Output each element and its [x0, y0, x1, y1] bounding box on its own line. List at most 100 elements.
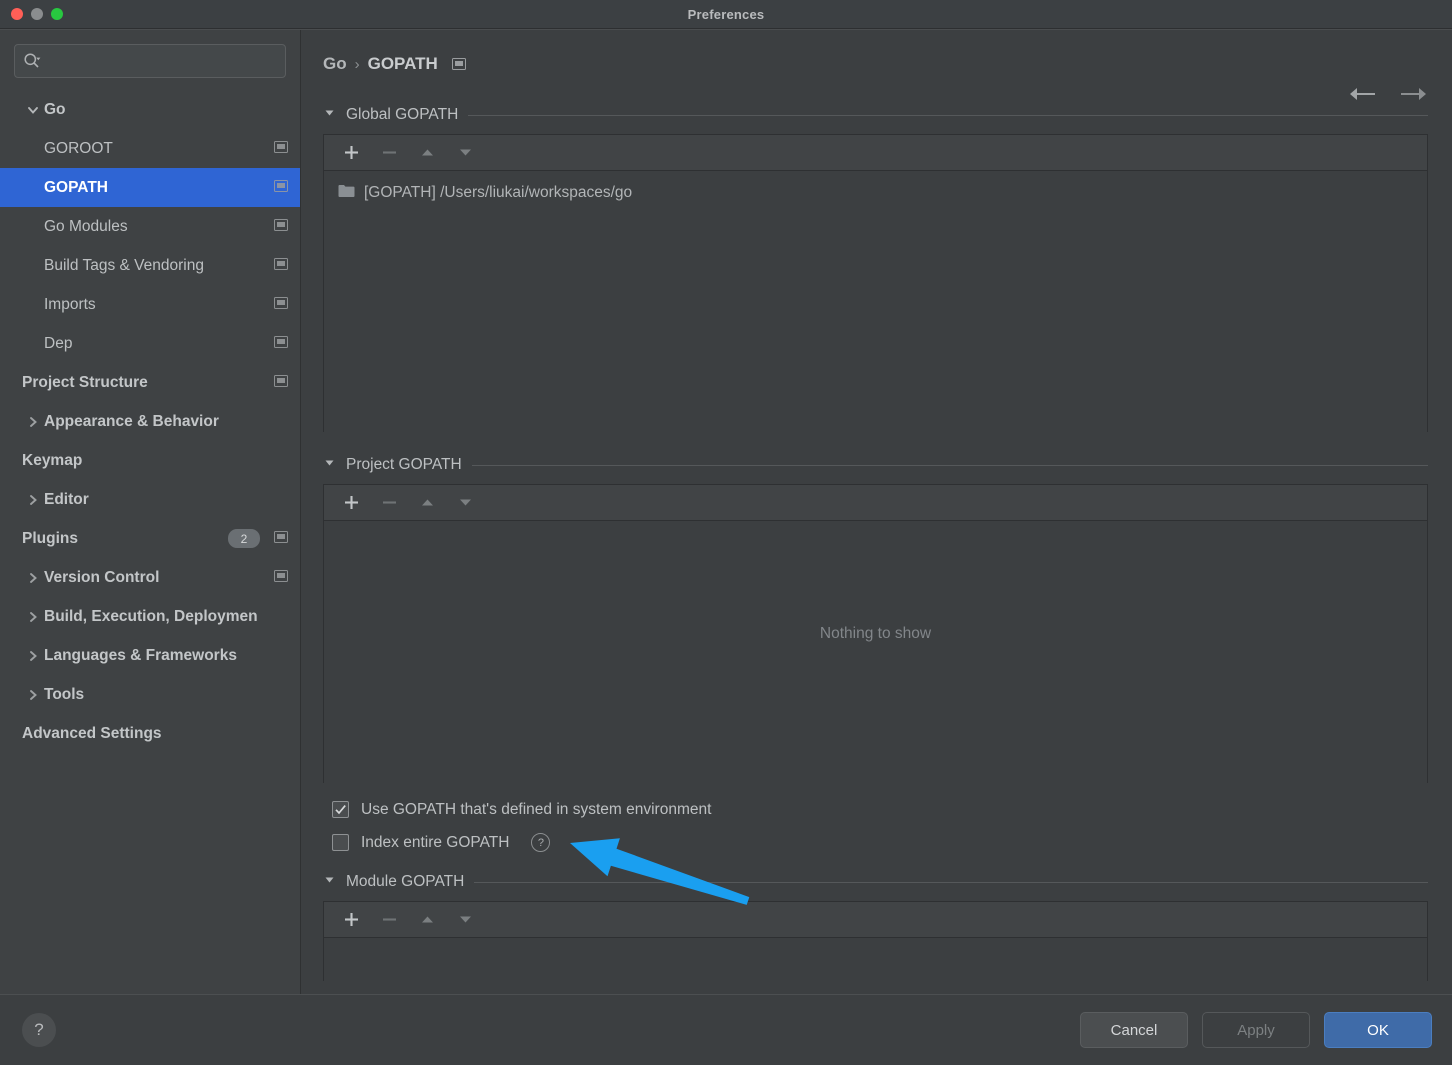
sidebar-item-keymap[interactable]: Keymap [0, 441, 300, 480]
list-item[interactable]: [GOPATH] /Users/liukai/workspaces/go [324, 178, 1427, 208]
section-rule [468, 114, 1428, 116]
checkbox-row-use-system-gopath[interactable]: Use GOPATH that's defined in system envi… [323, 793, 1428, 826]
sidebar-item-advanced-settings[interactable]: Advanced Settings [0, 714, 300, 753]
breadcrumb-parent[interactable]: Go [323, 54, 347, 74]
sidebar-item-label: Imports [44, 295, 96, 313]
add-button[interactable] [332, 906, 370, 934]
help-icon[interactable]: ? [531, 833, 551, 852]
screen-icon [274, 569, 288, 587]
minimize-button[interactable] [31, 8, 43, 20]
checkbox-row-index-entire-gopath[interactable]: Index entire GOPATH ? [323, 826, 1428, 859]
sidebar-item-label: Keymap [22, 451, 83, 469]
screen-icon [274, 257, 288, 275]
sidebar-item-label: Version Control [44, 568, 160, 586]
move-down-button[interactable] [446, 139, 484, 167]
sidebar-item-go-modules[interactable]: Go Modules [0, 207, 300, 246]
chevron-down-icon[interactable] [22, 103, 44, 117]
screen-icon [274, 530, 288, 548]
sidebar-item-build-tags-vendoring[interactable]: Build Tags & Vendoring [0, 246, 300, 285]
screen-icon [451, 58, 466, 70]
checkbox-label: Use GOPATH that's defined in system envi… [361, 800, 712, 818]
move-down-button[interactable] [446, 489, 484, 517]
section-header-module-gopath[interactable]: Module GOPATH [323, 869, 1428, 895]
sidebar-item-badge: 2 [228, 529, 260, 548]
sidebar-item-goroot[interactable]: GOROOT [0, 129, 300, 168]
chevron-right-icon[interactable] [22, 493, 44, 507]
search-input[interactable] [41, 52, 277, 70]
sidebar-item-appearance-behavior[interactable]: Appearance & Behavior [0, 402, 300, 441]
sidebar-item-project-structure[interactable]: Project Structure [0, 363, 300, 402]
move-up-button[interactable] [408, 489, 446, 517]
remove-button[interactable] [370, 139, 408, 167]
sidebar-item-label: GOPATH [44, 178, 109, 196]
folder-icon [338, 184, 355, 203]
remove-button[interactable] [370, 906, 408, 934]
chevron-down-icon[interactable] [323, 106, 336, 124]
window-body: Go GOROOT GOPATH Go Modules Build Tags & Ven… [0, 29, 1452, 994]
module-gopath-list[interactable] [324, 938, 1427, 981]
move-down-button[interactable] [446, 906, 484, 934]
settings-tree: Go GOROOT GOPATH Go Modules Build Tags & Ven… [0, 88, 300, 994]
section-header-project-gopath[interactable]: Project GOPATH [323, 452, 1428, 478]
checkbox-use-system-gopath[interactable] [332, 801, 349, 818]
settings-main-panel: Go › GOPATH Global GOPATH [GOPATH] /User… [301, 30, 1452, 994]
sidebar-item-go[interactable]: Go [0, 90, 300, 129]
sidebar-item-imports[interactable]: Imports [0, 285, 300, 324]
checkbox-label: Index entire GOPATH [361, 833, 510, 851]
sidebar-item-plugins[interactable]: Plugins 2 [0, 519, 300, 558]
title-bar: Preferences [0, 0, 1452, 29]
chevron-right-icon[interactable] [22, 649, 44, 663]
sidebar-item-label: Project Structure [22, 373, 148, 391]
remove-button[interactable] [370, 489, 408, 517]
chevron-right-icon[interactable] [22, 415, 44, 429]
section-header-global-gopath[interactable]: Global GOPATH [323, 102, 1428, 128]
chevron-right-icon[interactable] [22, 571, 44, 585]
empty-state-message: Nothing to show [819, 625, 932, 642]
sidebar-item-label: Build, Execution, Deploymen [44, 607, 258, 625]
screen-icon [274, 140, 288, 158]
global-gopath-toolbar [324, 135, 1427, 171]
gopath-options: Use GOPATH that's defined in system envi… [323, 793, 1428, 859]
sidebar-item-label: Advanced Settings [22, 724, 162, 742]
zoom-button[interactable] [51, 8, 63, 20]
sidebar-item-dep[interactable]: Dep [0, 324, 300, 363]
move-up-button[interactable] [408, 906, 446, 934]
project-gopath-toolbar [324, 485, 1427, 521]
section-title-project-gopath: Project GOPATH [346, 456, 462, 473]
screen-icon [274, 296, 288, 314]
sidebar-item-languages-frameworks[interactable]: Languages & Frameworks [0, 636, 300, 675]
ok-button[interactable]: OK [1324, 1012, 1432, 1048]
sidebar-item-label: Build Tags & Vendoring [44, 256, 204, 274]
search-box[interactable] [14, 44, 286, 78]
navigation-arrows [1348, 86, 1428, 107]
sidebar-item-build-execution-deploymen[interactable]: Build, Execution, Deploymen [0, 597, 300, 636]
arrow-right-icon[interactable] [1400, 86, 1428, 107]
help-button[interactable]: ? [22, 1013, 56, 1047]
close-button[interactable] [11, 8, 23, 20]
screen-icon [274, 374, 288, 392]
chevron-right-icon[interactable] [22, 688, 44, 702]
sidebar-item-version-control[interactable]: Version Control [0, 558, 300, 597]
add-button[interactable] [332, 489, 370, 517]
add-button[interactable] [332, 139, 370, 167]
sidebar-item-gopath[interactable]: GOPATH [0, 168, 300, 207]
chevron-right-icon[interactable] [22, 610, 44, 624]
screen-icon [274, 335, 288, 353]
chevron-down-icon[interactable] [323, 456, 336, 474]
breadcrumb: Go › GOPATH [323, 30, 1428, 90]
sidebar-item-editor[interactable]: Editor [0, 480, 300, 519]
move-up-button[interactable] [408, 139, 446, 167]
project-gopath-list[interactable]: Nothing to show [324, 521, 1427, 783]
dialog-footer: ? Cancel Apply OK [0, 994, 1452, 1065]
section-title-global-gopath: Global GOPATH [346, 106, 459, 123]
global-gopath-list[interactable]: [GOPATH] /Users/liukai/workspaces/go [324, 171, 1427, 439]
checkbox-index-entire-gopath[interactable] [332, 834, 349, 851]
arrow-left-icon[interactable] [1348, 86, 1376, 107]
sidebar-item-tools[interactable]: Tools [0, 675, 300, 714]
cancel-button[interactable]: Cancel [1080, 1012, 1188, 1048]
sidebar-item-label: GOROOT [44, 139, 113, 157]
project-gopath-panel: Nothing to show [323, 484, 1428, 783]
chevron-down-icon[interactable] [323, 873, 336, 891]
module-gopath-toolbar [324, 902, 1427, 938]
sidebar-item-label: Editor [44, 490, 89, 508]
